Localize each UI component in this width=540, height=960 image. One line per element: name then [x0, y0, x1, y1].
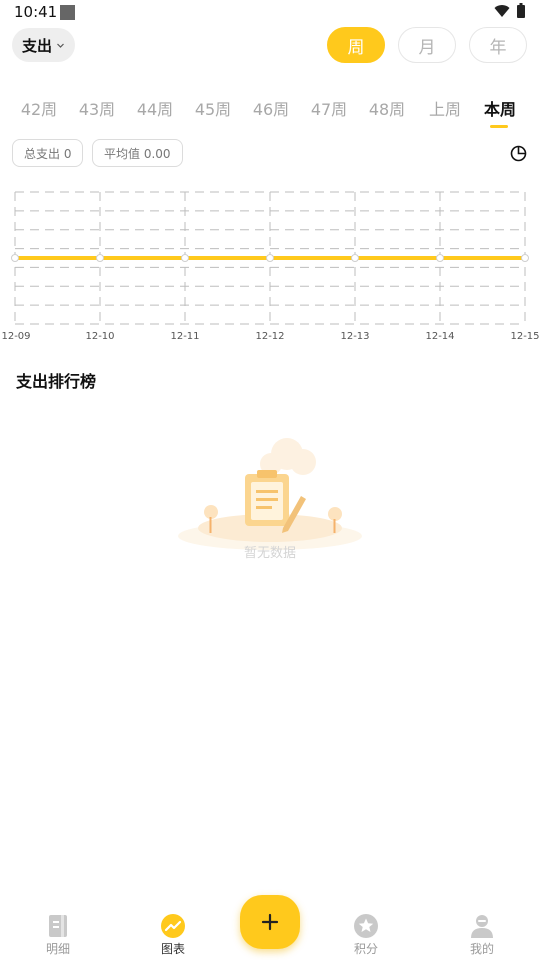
star-badge-icon — [354, 914, 378, 938]
add-record-button[interactable] — [240, 895, 300, 949]
empty-clipboard-illustration — [178, 438, 362, 550]
week-tab-47[interactable]: 47周 — [301, 96, 357, 120]
chart-icon — [161, 914, 185, 938]
notification-icon — [60, 5, 75, 20]
average-chip: 平均值 0.00 — [92, 139, 183, 167]
data-point-12-15[interactable] — [521, 254, 529, 262]
week-tab-current[interactable]: 本周 — [472, 96, 528, 120]
status-bar: 10:41 — [0, 0, 540, 24]
plus-icon — [261, 913, 279, 931]
nav-item-points[interactable]: 积分 — [336, 913, 396, 957]
week-tab-43[interactable]: 43周 — [69, 96, 125, 120]
nav-item-details[interactable]: 明细 — [28, 913, 88, 957]
week-tab-42[interactable]: 42周 — [11, 96, 67, 120]
nav-label-points: 积分 — [353, 942, 378, 956]
total-expense-chip: 总支出 0 — [12, 139, 84, 167]
x-tick-label: 12-11 — [170, 331, 199, 342]
bottom-nav: 明细 图表 积分 我的 — [0, 895, 540, 960]
week-tab-44[interactable]: 44周 — [127, 96, 183, 120]
data-point-12-10[interactable] — [96, 254, 104, 262]
nav-label-charts: 图表 — [160, 942, 185, 956]
chevron-down-icon — [57, 43, 64, 48]
x-tick-label: 12-09 — [1, 331, 30, 342]
data-point-12-14[interactable] — [436, 254, 444, 262]
period-week-button[interactable]: 周 — [327, 27, 385, 63]
wifi-icon — [494, 5, 510, 18]
x-tick-label: 12-15 — [510, 331, 539, 342]
week-tabs: 42周 43周 44周 45周 46周 47周 48周 上周 本周 — [0, 90, 540, 130]
status-time: 10:41 — [14, 3, 58, 21]
expense-line-chart: 12-09 12-10 12-11 12-12 12-13 12-14 12-15 — [1, 191, 540, 342]
week-tab-last[interactable]: 上周 — [417, 96, 473, 120]
x-tick-label: 12-12 — [255, 331, 284, 342]
data-point-12-13[interactable] — [351, 254, 359, 262]
nav-item-charts[interactable]: 图表 — [143, 913, 203, 957]
type-dropdown-label: 支出 — [21, 36, 52, 55]
x-tick-label: 12-10 — [85, 331, 114, 342]
empty-state-text: 暂无数据 — [243, 546, 296, 561]
week-tab-45[interactable]: 45周 — [185, 96, 241, 120]
notebook-icon — [49, 915, 67, 937]
x-tick-label: 12-13 — [340, 331, 369, 342]
week-tab-46[interactable]: 46周 — [243, 96, 299, 120]
period-month-button[interactable]: 月 — [398, 27, 456, 63]
week-tab-48[interactable]: 48周 — [359, 96, 415, 120]
data-point-12-12[interactable] — [266, 254, 274, 262]
battery-icon — [517, 3, 525, 18]
ranking-title: 支出排行榜 — [16, 372, 97, 391]
nav-item-profile[interactable]: 我的 — [452, 913, 512, 957]
data-point-12-11[interactable] — [181, 254, 189, 262]
user-icon — [471, 915, 493, 938]
data-point-12-09[interactable] — [11, 254, 19, 262]
type-dropdown[interactable]: 支出 — [12, 28, 75, 62]
week-tab-indicator — [490, 125, 508, 128]
nav-label-profile: 我的 — [469, 942, 494, 956]
x-tick-label: 12-14 — [425, 331, 454, 342]
nav-label-details: 明细 — [45, 942, 70, 956]
pie-chart-icon[interactable] — [510, 145, 527, 162]
period-year-button[interactable]: 年 — [469, 27, 527, 63]
